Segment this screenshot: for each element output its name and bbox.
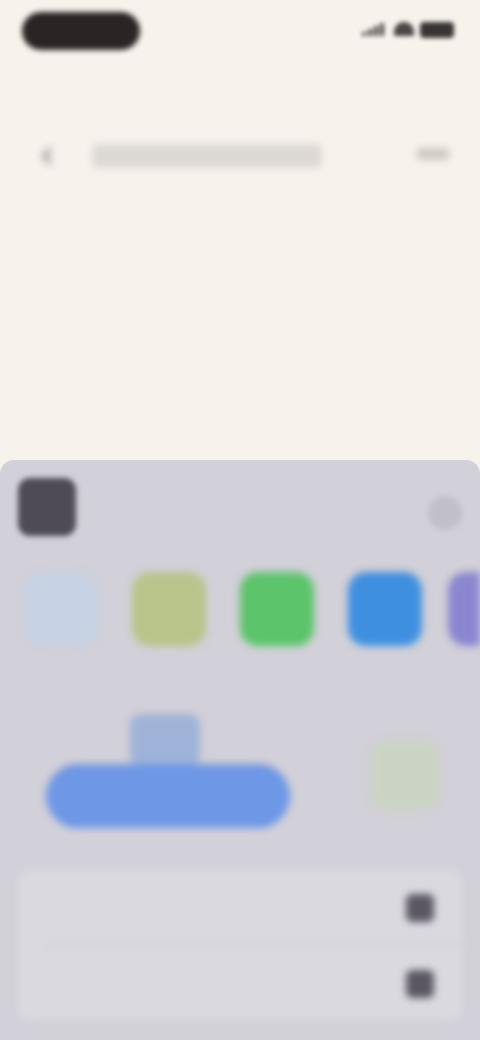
option-icon: [406, 970, 434, 998]
share-app-mail[interactable]: [340, 572, 430, 672]
notes-icon: [132, 572, 206, 646]
back-icon[interactable]: [41, 147, 59, 165]
share-sheet-header: [0, 460, 480, 560]
share-thumbnail: [18, 478, 76, 536]
share-app-messages[interactable]: [232, 572, 322, 672]
share-app-label: [448, 656, 480, 672]
share-option-row[interactable]: [18, 870, 462, 945]
battery-icon: [420, 22, 454, 38]
wifi-icon: [394, 22, 414, 36]
status-time: [22, 12, 140, 50]
share-action-row: [0, 700, 480, 840]
navigation-row: [0, 136, 480, 176]
messages-icon: [240, 572, 314, 646]
page-headline: [90, 232, 390, 268]
signal-icon: [362, 22, 388, 36]
page-content: [0, 60, 480, 460]
share-app-label: [232, 656, 322, 672]
copy-icon[interactable]: [130, 714, 200, 766]
secondary-action-icon[interactable]: [370, 740, 440, 810]
status-icons: [362, 22, 454, 38]
airdrop-icon: [24, 572, 98, 646]
share-sheet: [0, 460, 480, 1040]
share-options-list: [18, 870, 462, 1020]
mail-icon: [348, 572, 422, 646]
share-app-label: [124, 656, 214, 672]
share-app-airdrop[interactable]: [16, 572, 106, 672]
share-app-row: [0, 572, 480, 682]
share-app-label: [340, 656, 430, 672]
url-bar[interactable]: [92, 144, 322, 168]
close-icon[interactable]: [428, 496, 462, 530]
app-title: [160, 76, 320, 116]
more-apps-icon: [448, 572, 480, 646]
share-option-row[interactable]: [18, 946, 462, 1020]
status-bar: [0, 0, 480, 60]
share-app-more[interactable]: [448, 572, 480, 672]
share-app-notes[interactable]: [124, 572, 214, 672]
option-icon: [406, 894, 434, 922]
share-app-label: [16, 656, 106, 672]
copy-button[interactable]: [46, 764, 290, 828]
divider: [44, 944, 462, 945]
menu-icon[interactable]: [416, 148, 450, 160]
